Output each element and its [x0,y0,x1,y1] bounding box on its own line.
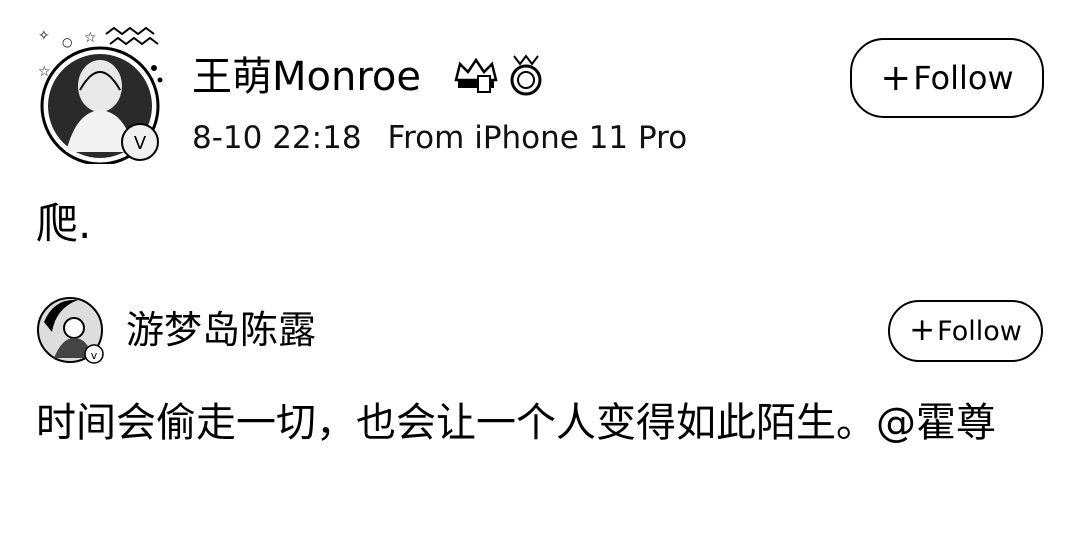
svg-text:V: V [134,133,147,154]
plus-icon: + [880,55,912,99]
svg-text:v: v [91,349,98,362]
follow-label: Follow [937,315,1022,347]
plus-icon: + [909,312,936,349]
avatar[interactable]: ✧ ○ ☆ ☆ V [36,24,166,166]
post-text: 时间会偷走一切，也会让一个人变得如此陌生。@霍尊 [36,400,996,446]
post-text: 爬. [36,199,92,248]
username[interactable]: 游梦岛陈露 [126,306,316,354]
post-meta: 8-10 22:18 From iPhone 11 Pro [192,118,687,158]
crown-badge-icon [454,57,498,93]
badge-group [452,50,552,98]
svg-text:☆: ☆ [84,30,97,46]
post-source: From iPhone 11 Pro [387,120,688,156]
svg-text:✧: ✧ [38,28,50,44]
avatar[interactable]: v [34,292,110,370]
timestamp: 8-10 22:18 [192,120,362,156]
follow-label: Follow [913,59,1014,97]
follow-button[interactable]: + Follow [888,300,1043,362]
svg-text:○: ○ [62,35,72,49]
username[interactable]: 王萌Monroe [192,52,421,102]
medal-badge-icon [510,54,542,96]
follow-button[interactable]: + Follow [850,38,1044,118]
